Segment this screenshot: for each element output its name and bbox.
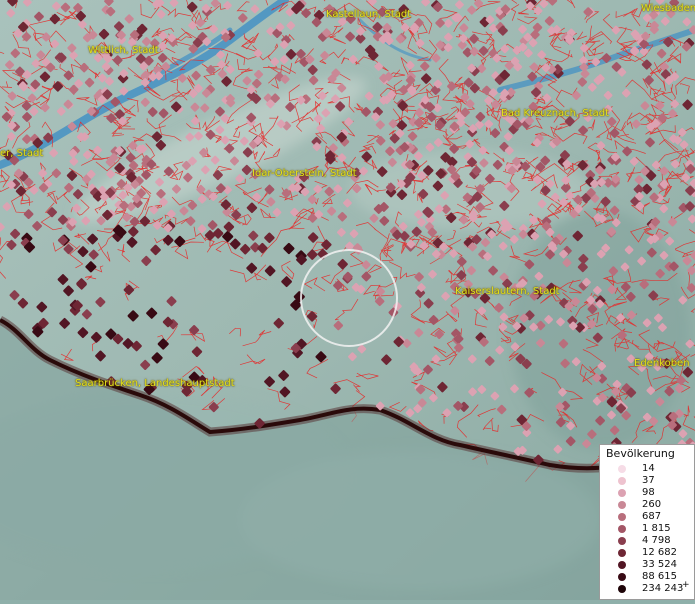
legend-swatch	[618, 585, 626, 593]
legend-label: 12 682	[642, 547, 677, 559]
legend-item: 33 524	[600, 559, 695, 571]
legend-label: 33 524	[642, 559, 677, 571]
legend-item: 687	[600, 511, 695, 523]
legend-swatch	[618, 465, 626, 473]
legend-overflow-mark: +	[682, 580, 690, 590]
legend-item: 1 815	[600, 523, 695, 535]
map-svg[interactable]	[0, 0, 695, 600]
population-legend: Bevölkerung 1437982606871 8154 79812 682…	[599, 444, 695, 600]
legend-label: 687	[642, 511, 661, 523]
legend-label: 234 243	[642, 583, 683, 595]
legend-item: 12 682	[600, 547, 695, 559]
legend-label: 260	[642, 499, 661, 511]
legend-label: 14	[642, 463, 655, 475]
legend-swatch	[618, 549, 626, 557]
legend-swatch	[618, 561, 626, 569]
legend-item: 260	[600, 499, 695, 511]
legend-swatch	[618, 573, 626, 581]
legend-item: 14	[600, 463, 695, 475]
legend-title: Bevölkerung	[606, 447, 675, 460]
legend-swatch	[618, 501, 626, 509]
legend-item: 4 798	[600, 535, 695, 547]
legend-label: 4 798	[642, 535, 671, 547]
legend-item: 37	[600, 475, 695, 487]
legend-swatch	[618, 525, 626, 533]
legend-label: 1 815	[642, 523, 671, 535]
legend-item: 234 243+	[600, 583, 695, 595]
legend-label: 37	[642, 475, 655, 487]
legend-label: 98	[642, 487, 655, 499]
legend-swatch	[618, 477, 626, 485]
legend-swatch	[618, 513, 626, 521]
legend-label: 88 615	[642, 571, 677, 583]
legend-swatch	[618, 489, 626, 497]
map-canvas[interactable]: Kastellaun, Stadt Wiesbaden Wittlich, St…	[0, 0, 695, 600]
legend-item: 88 615	[600, 571, 695, 583]
legend-item: 98	[600, 487, 695, 499]
legend-swatch	[618, 537, 626, 545]
